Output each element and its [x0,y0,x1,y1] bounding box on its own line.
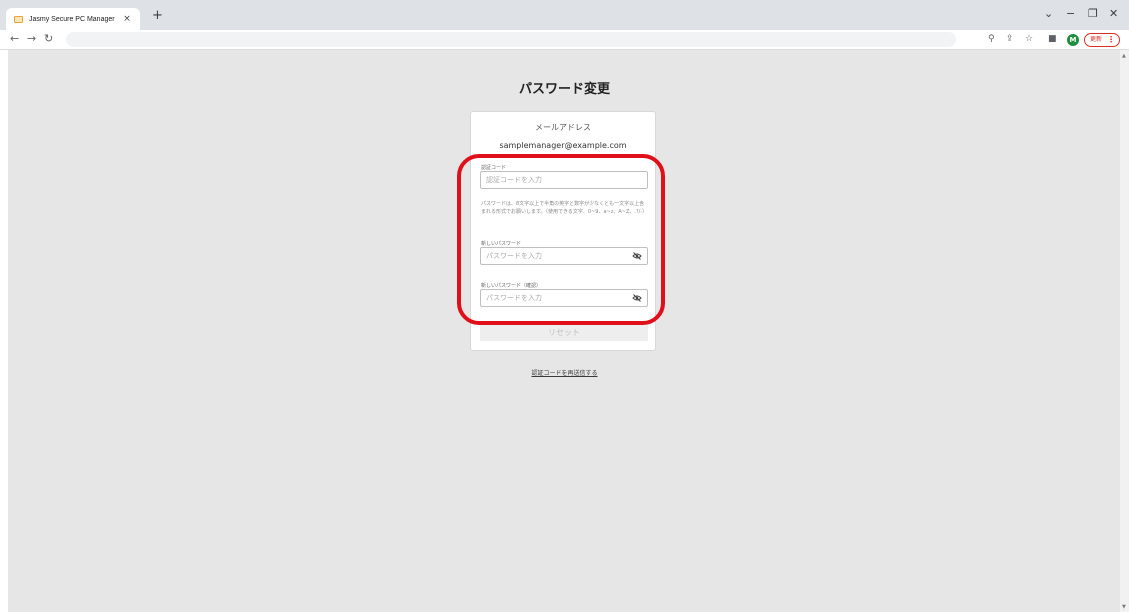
forward-icon[interactable]: → [27,32,36,46]
sidepanel-icon[interactable]: ■ [1048,33,1057,45]
reload-icon[interactable]: ↻ [44,32,53,46]
email-label: メールアドレス [535,123,591,132]
favicon-icon [14,15,23,23]
password-hint: パスワードは、8文字以上で半角の英字と数字が少なくとも一文字以上含まれる形式でお… [481,201,648,215]
confirm-password-input[interactable] [481,290,647,306]
star-icon[interactable]: ☆ [1025,33,1033,45]
update-label: 更新 [1090,36,1103,43]
new-password-label: 新しいパスワード [481,241,522,247]
profile-avatar[interactable]: M [1067,34,1079,46]
address-bar[interactable] [66,32,956,47]
close-window-icon[interactable]: ✕ [1109,7,1118,21]
tab-search-icon[interactable]: ⌄ [1044,7,1053,21]
minimize-icon[interactable]: − [1066,7,1075,21]
back-icon[interactable]: ← [10,32,19,46]
tab-title: Jasmy Secure PC Manager [29,15,115,23]
menu-icon: ⋮ [1107,35,1115,44]
eye-off-icon[interactable] [632,252,642,260]
password-change-card: メールアドレス samplemanager@example.com 認証コード … [470,111,656,351]
new-tab-icon[interactable]: + [152,8,163,24]
maximize-icon[interactable]: ❐ [1088,7,1098,21]
tab-close-icon[interactable]: × [122,14,132,24]
update-button[interactable]: 更新 ⋮ [1084,33,1120,47]
browser-tab[interactable]: Jasmy Secure PC Manager × [6,8,140,30]
scroll-down-icon[interactable]: ▼ [1122,604,1126,610]
new-password-field[interactable] [480,247,648,265]
confirm-password-field[interactable] [480,289,648,307]
browser-toolbar: ← → ↻ ⚲ ⇪ ☆ ■ M 更新 ⋮ [0,30,1129,50]
share-icon[interactable]: ⇪ [1006,33,1014,45]
confirm-password-label: 新しいパスワード（確認） [481,283,542,289]
scroll-up-icon[interactable]: ▲ [1122,53,1126,59]
tab-strip: Jasmy Secure PC Manager × + ⌄ − ❐ ✕ [0,0,1129,30]
page-title: パスワード変更 [518,82,610,97]
resend-code-link[interactable]: 認証コードを再送信する [0,368,1129,377]
code-field[interactable] [480,171,648,189]
zoom-icon[interactable]: ⚲ [988,33,995,45]
reset-button[interactable]: リセット [480,324,648,341]
eye-off-icon[interactable] [632,294,642,302]
code-input[interactable] [481,172,647,188]
code-label: 認証コード [481,165,507,171]
email-value: samplemanager@example.com [499,141,627,150]
new-password-input[interactable] [481,248,647,264]
scrollbar[interactable]: ▲ ▼ [1120,50,1129,612]
